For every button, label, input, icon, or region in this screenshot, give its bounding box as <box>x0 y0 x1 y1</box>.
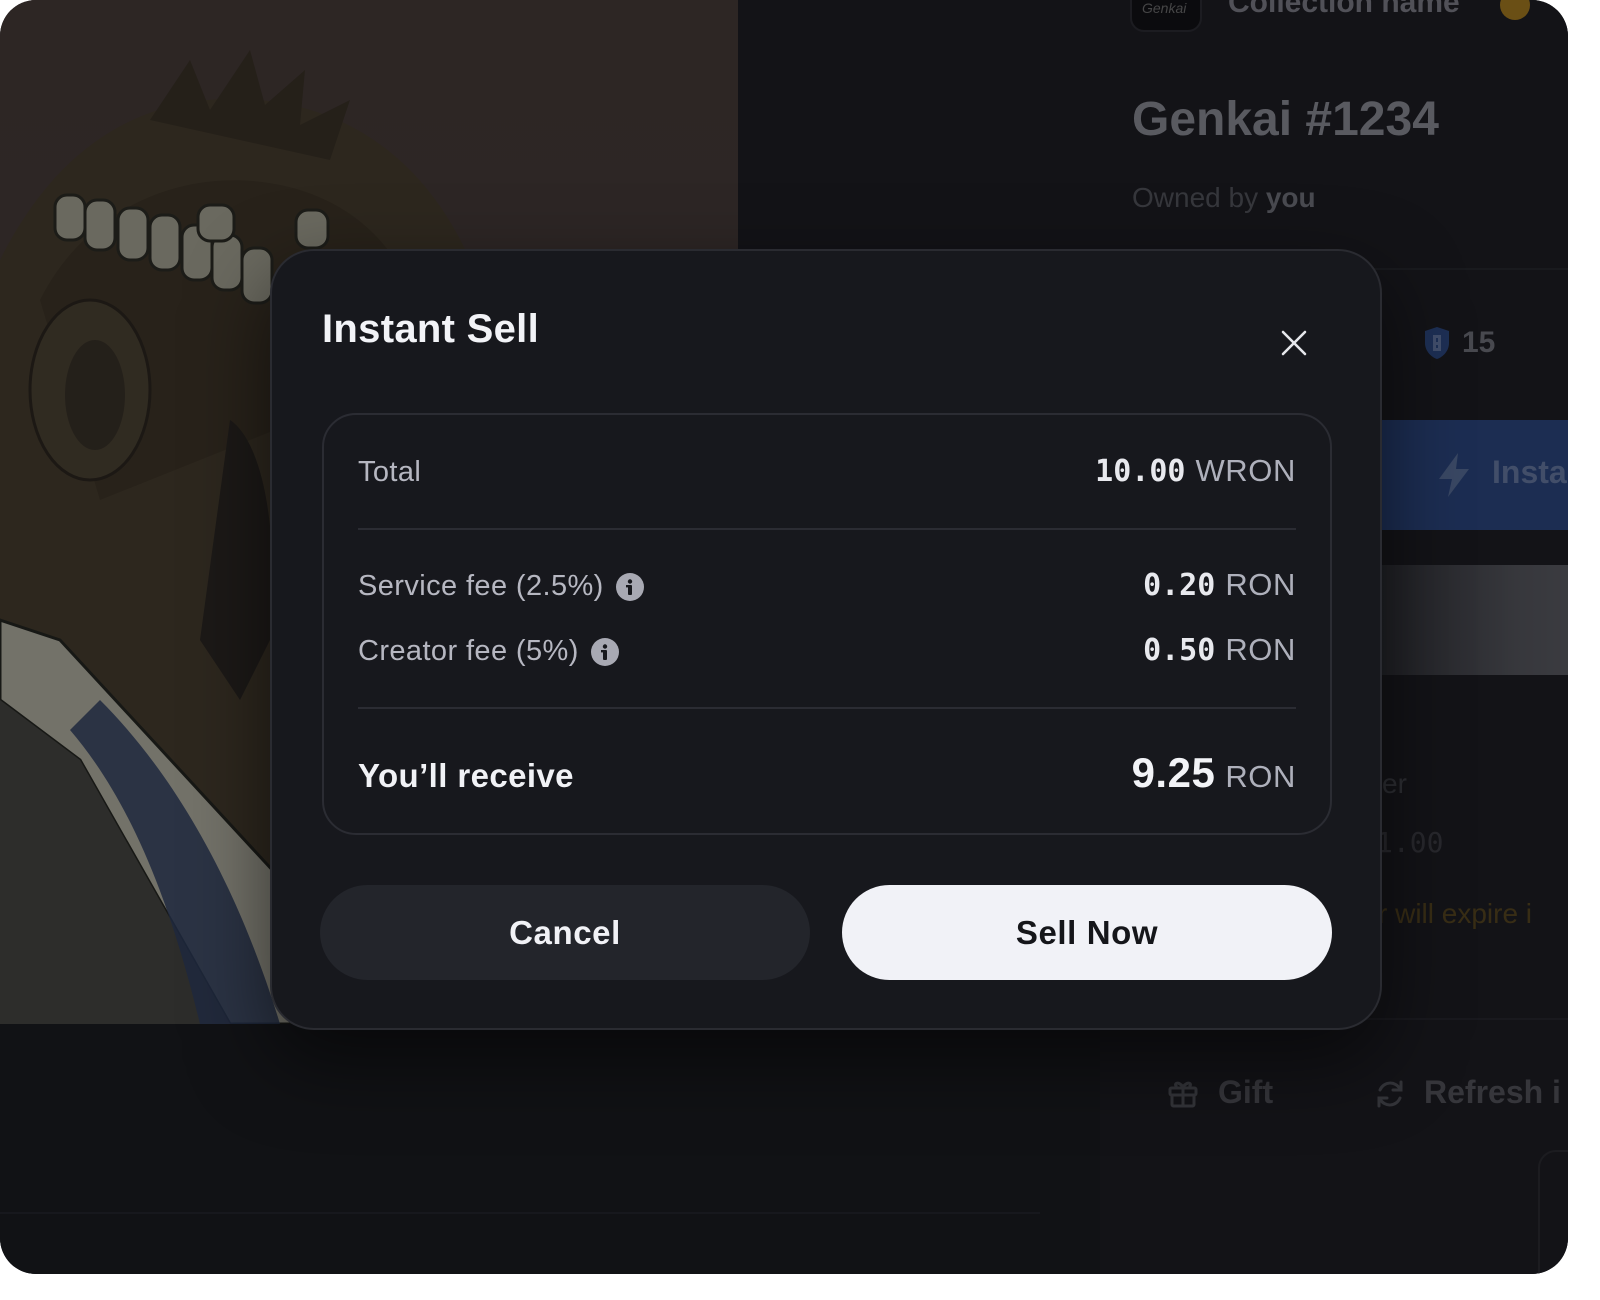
total-label: Total <box>358 456 422 488</box>
creator-fee-unit: RON <box>1225 632 1296 667</box>
service-fee-label: Service fee (2.5%) <box>358 570 604 602</box>
receive-value: 9.25 <box>1131 749 1216 796</box>
info-glyph <box>625 578 632 595</box>
info-icon[interactable] <box>615 572 644 601</box>
service-fee-label-group: Service fee (2.5%) <box>358 570 644 603</box>
receive-unit: RON <box>1225 759 1296 794</box>
total-row: Total 10.00 WRON <box>358 453 1296 489</box>
creator-fee-label: Creator fee (5%) <box>358 635 579 667</box>
receive-amount: 9.25 RON <box>1132 749 1296 797</box>
close-icon <box>1281 330 1307 356</box>
summary-divider <box>358 528 1296 530</box>
service-fee-value: 0.20 <box>1143 568 1216 603</box>
service-fee-unit: RON <box>1225 567 1296 602</box>
service-fee-row: Service fee (2.5%) 0.20 RON <box>358 567 1296 603</box>
cancel-button[interactable]: Cancel <box>320 885 810 980</box>
total-unit: WRON <box>1195 453 1296 488</box>
summary-divider <box>358 707 1296 709</box>
modal-title: Instant Sell <box>322 307 539 351</box>
instant-sell-modal: Instant Sell Total 10.00 WRON Service fee… <box>270 249 1382 1030</box>
info-glyph <box>600 643 607 660</box>
close-button[interactable] <box>1272 321 1316 365</box>
sell-now-button[interactable]: Sell Now <box>842 885 1332 980</box>
total-amount: 10.00 WRON <box>1095 453 1296 489</box>
creator-fee-label-group: Creator fee (5%) <box>358 635 619 668</box>
creator-fee-row: Creator fee (5%) 0.50 RON <box>358 632 1296 668</box>
creator-fee-amount: 0.50 RON <box>1143 632 1296 668</box>
receive-label: You’ll receive <box>358 757 574 794</box>
total-value: 10.00 <box>1095 454 1186 489</box>
info-icon[interactable] <box>590 637 619 666</box>
receive-row: You’ll receive 9.25 RON <box>358 749 1296 797</box>
creator-fee-value: 0.50 <box>1143 633 1216 668</box>
app-frame: Genkai Collection name Genkai #1234 Owne… <box>0 0 1568 1274</box>
price-summary: Total 10.00 WRON Service fee (2.5%) 0.20 R… <box>322 413 1332 835</box>
service-fee-amount: 0.20 RON <box>1143 567 1296 603</box>
